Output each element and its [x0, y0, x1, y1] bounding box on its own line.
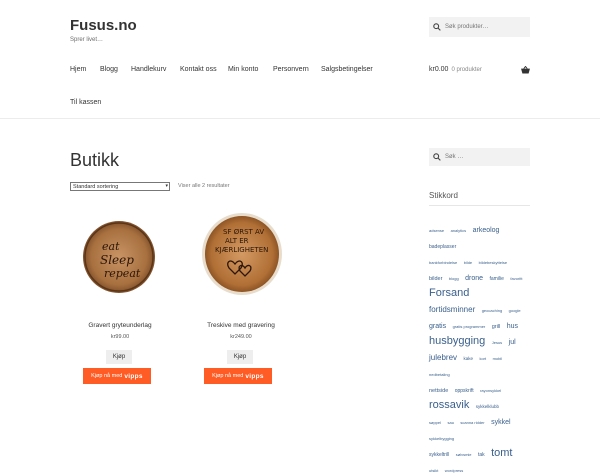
vipps-logo: vipps: [124, 372, 143, 380]
svg-text:repeat: repeat: [104, 267, 141, 280]
nav-item-personvern[interactable]: Personvern: [273, 66, 309, 73]
sort-select[interactable]: Standard sortering ▾: [70, 182, 170, 191]
vipps-label: Kjøp nå med: [91, 373, 123, 379]
tag-link[interactable]: bankforbindelse: [429, 260, 457, 265]
tag-link[interactable]: julebrev: [429, 353, 457, 362]
site-header: Fusus.no Sprer livet… Søk produkter… Hje…: [0, 0, 600, 119]
product-card: SF ØRST AV ALT ER KJÆRLIGHETEN Treskive …: [191, 208, 291, 388]
tag-link[interactable]: favoritt: [510, 276, 522, 281]
tag-link[interactable]: tomt: [491, 447, 512, 459]
tag-link[interactable]: geocaching: [482, 308, 502, 313]
tag-link[interactable]: sykkelklubb: [476, 404, 499, 409]
svg-text:ALT ER: ALT ER: [225, 237, 249, 245]
nav-item-blogg[interactable]: Blogg: [100, 66, 118, 73]
tag-link[interactable]: kake: [463, 356, 473, 361]
tag-link[interactable]: grill: [492, 324, 501, 330]
site-title[interactable]: Fusus.no: [70, 17, 137, 34]
tag-link[interactable]: sølvsmie: [456, 452, 472, 457]
tag-link[interactable]: blogg: [449, 276, 459, 281]
tag-link[interactable]: bilde: [464, 260, 472, 265]
tag-link[interactable]: utsikt: [429, 468, 438, 473]
tag-cloud: adsense analytics arkeolog badeplasser b…: [429, 220, 530, 476]
sidebar-search-placeholder: Søk …: [445, 154, 464, 160]
vipps-logo: vipps: [245, 372, 264, 380]
product-card: eat Sleep repeat Gravert gryteunderlag k…: [70, 208, 170, 388]
tag-link[interactable]: wordpress: [445, 468, 463, 473]
basket-icon[interactable]: [521, 66, 530, 74]
svg-text:SF ØRST AV: SF ØRST AV: [223, 228, 264, 236]
nav-item-hjem[interactable]: Hjem: [70, 66, 86, 73]
search-icon: [433, 153, 441, 161]
tag-link[interactable]: analytics: [451, 228, 467, 233]
vipps-buy-button[interactable]: Kjøp nå med vipps: [83, 368, 151, 384]
vipps-label: Kjøp nå med: [212, 373, 244, 379]
nav-item-kontakt[interactable]: Kontakt oss: [180, 66, 217, 73]
tag-link[interactable]: sykkel: [491, 419, 510, 426]
tag-link[interactable]: jul: [509, 339, 516, 346]
tag-link[interactable]: nettside: [429, 388, 448, 394]
search-icon: [433, 23, 441, 31]
tag-link[interactable]: tak: [478, 452, 485, 458]
tag-link[interactable]: scanna ridder: [460, 420, 484, 425]
tag-link[interactable]: gratis programmer: [453, 324, 486, 329]
tag-link[interactable]: mobil: [493, 356, 503, 361]
tag-link[interactable]: sau: [447, 420, 453, 425]
cart-count: 0 produkter: [451, 67, 482, 73]
tag-link[interactable]: bildebeskyttelse: [479, 260, 507, 265]
product-image[interactable]: SF ØRST AV ALT ER KJÆRLIGHETEN: [201, 212, 283, 296]
tag-link[interactable]: gratis: [429, 323, 446, 330]
product-price: kr99.00: [110, 334, 130, 340]
cart-summary[interactable]: kr0.00 0 produkter: [429, 66, 482, 73]
tag-link[interactable]: rayonsykkel: [480, 388, 501, 393]
sidebar-search-input[interactable]: Søk …: [429, 148, 530, 166]
tag-link[interactable]: drone: [465, 275, 483, 282]
product-price: kr249.00: [230, 334, 252, 340]
tag-link[interactable]: hus: [507, 323, 518, 330]
tag-link[interactable]: nedbetaling: [429, 372, 450, 377]
chevron-down-icon: ▾: [165, 183, 168, 189]
tag-link[interactable]: søppel: [429, 420, 441, 425]
nav-item-til-kassen[interactable]: Til kassen: [70, 99, 101, 106]
tag-link[interactable]: adsense: [429, 228, 444, 233]
nav-item-handlekurv[interactable]: Handlekurv: [131, 66, 166, 73]
add-to-cart-button[interactable]: Kjøp: [227, 350, 253, 364]
tag-link[interactable]: fortidsminner: [429, 305, 475, 314]
tag-link[interactable]: familie: [490, 276, 504, 282]
tag-link[interactable]: sykkelbygging: [429, 436, 454, 441]
svg-text:Sleep: Sleep: [100, 253, 134, 267]
svg-text:eat: eat: [102, 240, 120, 253]
svg-text:KJÆRLIGHETEN: KJÆRLIGHETEN: [215, 246, 268, 254]
tag-link[interactable]: Jesus: [492, 340, 502, 345]
vipps-buy-button[interactable]: Kjøp nå med vipps: [204, 368, 272, 384]
tag-link[interactable]: arkeolog: [473, 227, 500, 234]
tag-link[interactable]: google: [509, 308, 521, 313]
sort-selected-value: Standard sortering: [73, 183, 119, 190]
header-search-placeholder: Søk produkter…: [445, 24, 489, 30]
tag-link[interactable]: badeplasser: [429, 244, 456, 250]
product-title[interactable]: Treskive med gravering: [191, 322, 291, 329]
page-title: Butikk: [70, 150, 120, 170]
divider: [429, 205, 530, 206]
header-search-input[interactable]: Søk produkter…: [429, 17, 530, 37]
tag-link[interactable]: kort: [479, 356, 486, 361]
nav-item-min-konto[interactable]: Min konto: [228, 66, 258, 73]
product-image[interactable]: eat Sleep repeat: [82, 220, 156, 294]
cart-amount: kr0.00: [429, 66, 449, 73]
product-title[interactable]: Gravert gryteunderlag: [70, 322, 170, 329]
tag-link[interactable]: husbygging: [429, 335, 485, 347]
tag-link[interactable]: rossavik: [429, 399, 469, 411]
tag-link[interactable]: bilder: [429, 276, 442, 282]
nav-item-salgsbetingelser[interactable]: Salgsbetingelser: [321, 66, 373, 73]
tag-cloud-title: Stikkord: [429, 191, 458, 200]
tag-link[interactable]: Forsand: [429, 287, 469, 299]
tag-link[interactable]: oppskrift: [455, 388, 474, 394]
tag-link[interactable]: sykkeltrill: [429, 452, 449, 458]
results-count: Viser alle 2 resultater: [178, 183, 230, 189]
site-tagline: Sprer livet…: [70, 37, 104, 43]
add-to-cart-button[interactable]: Kjøp: [106, 350, 132, 364]
